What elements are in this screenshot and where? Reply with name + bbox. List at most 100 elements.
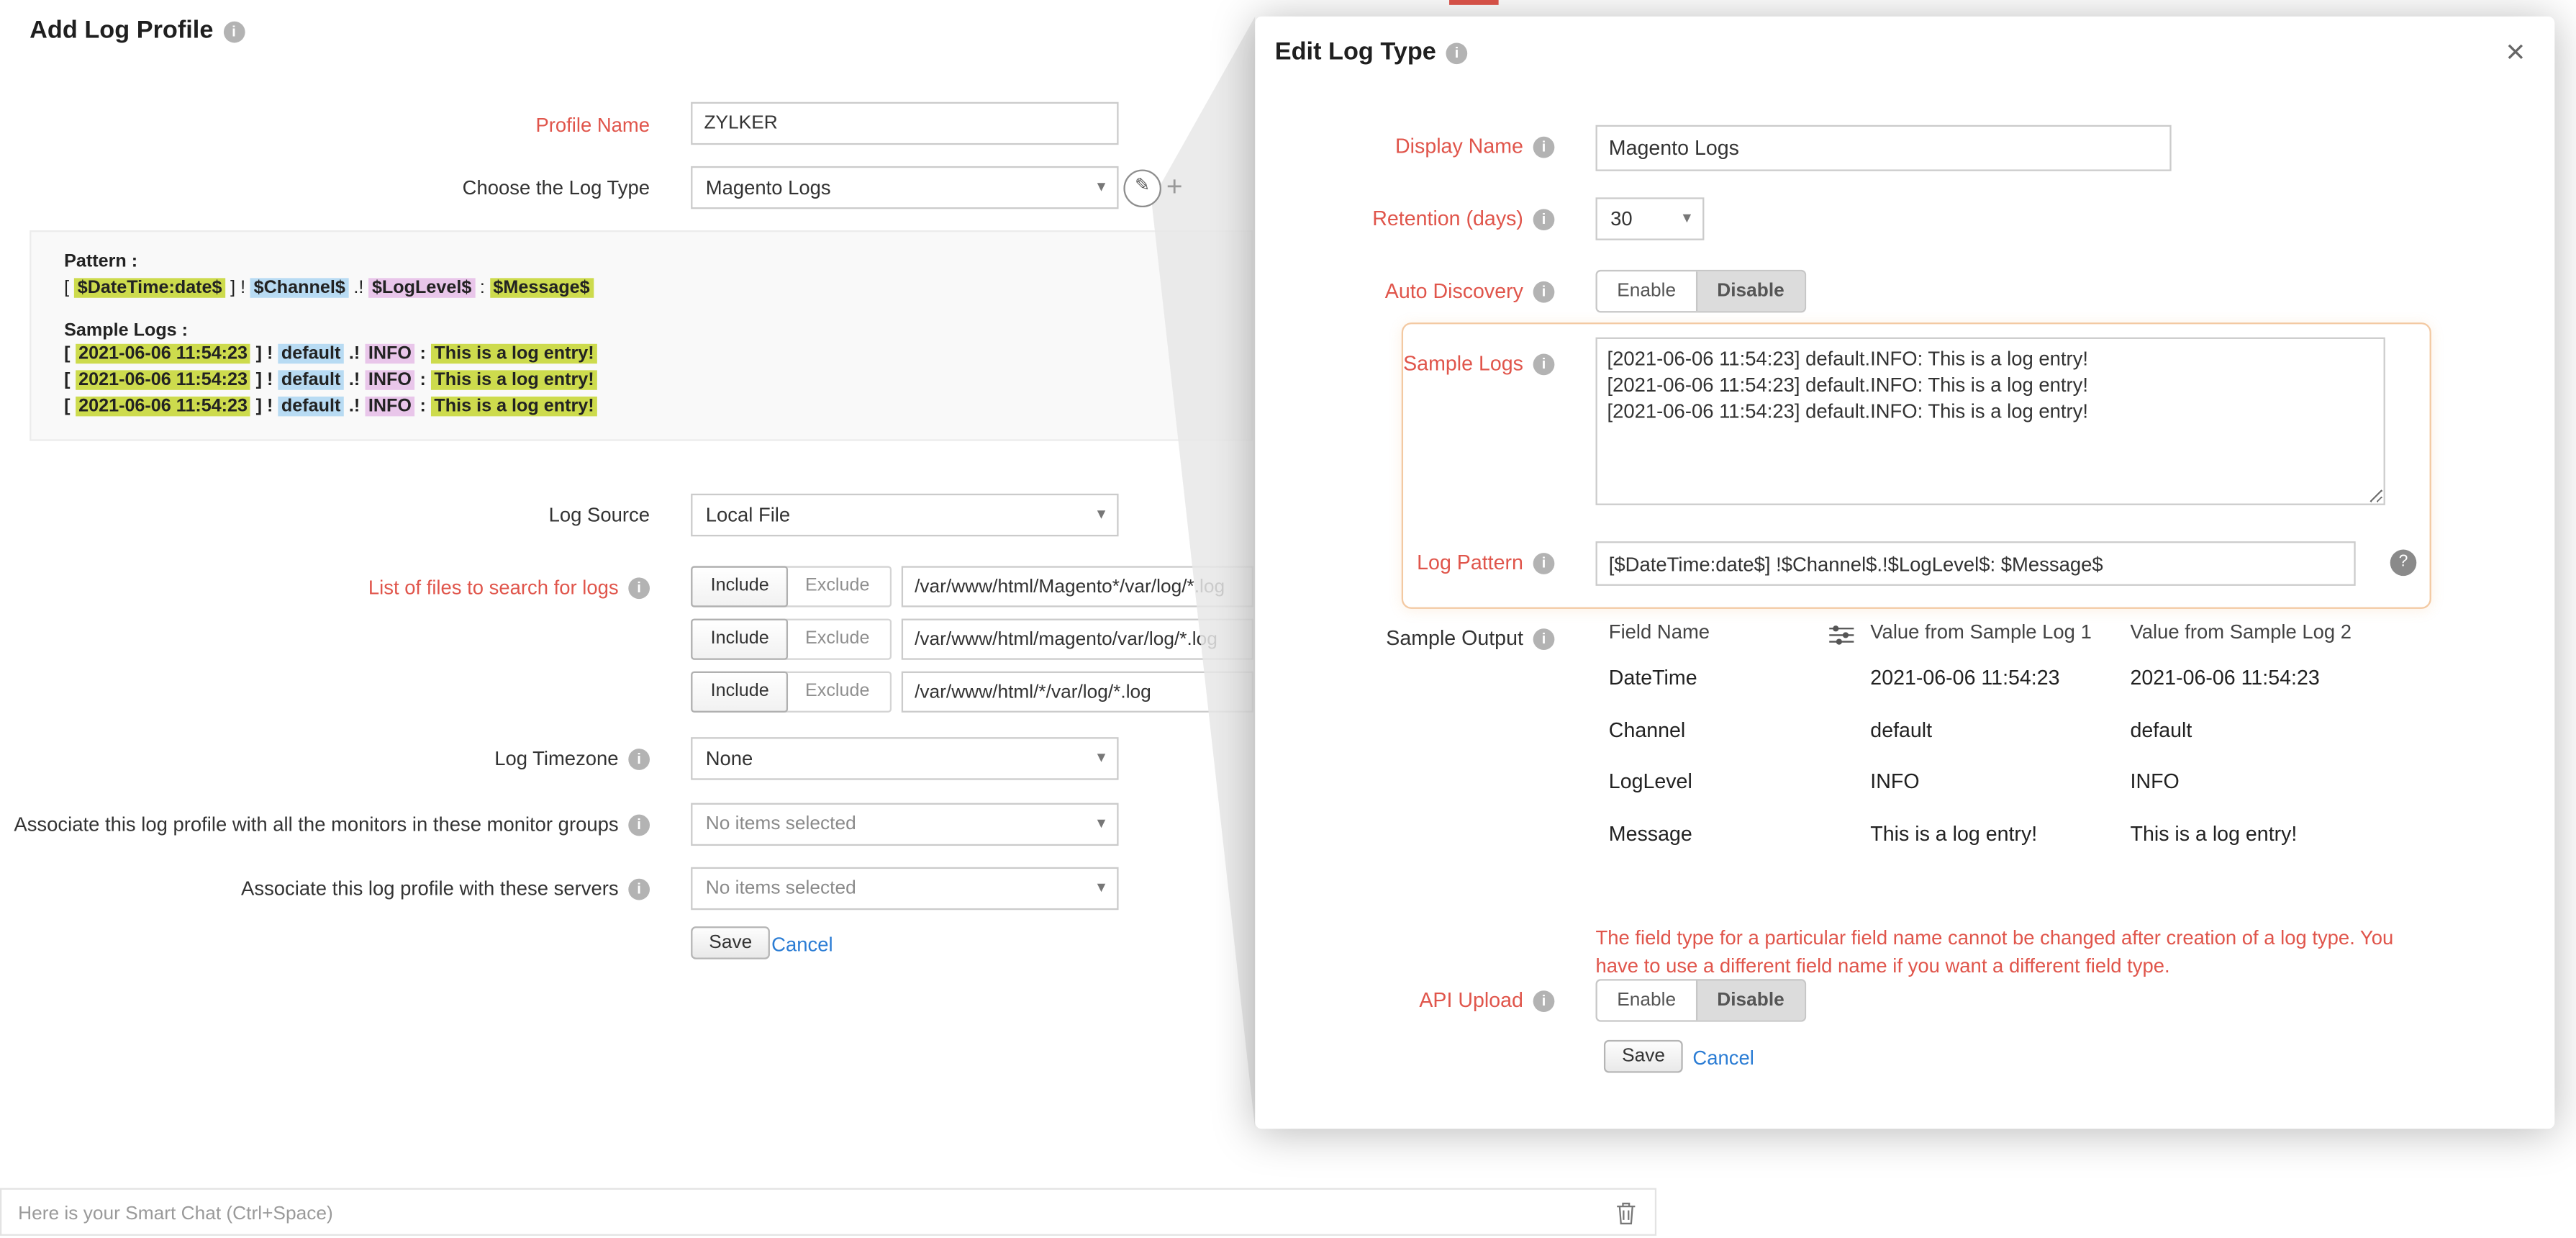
smart-chat-input[interactable] [15,1193,1568,1234]
files-label-text: List of files to search for logs [368,576,619,599]
disable-button[interactable]: Disable [1696,981,1805,1021]
servers-select[interactable]: No items selected ▾ [691,867,1118,910]
page-title: Add Log Profilei [30,17,245,45]
chevron-down-icon: ▾ [1097,179,1106,196]
log-pattern-label: Log Pattern i [1417,541,1554,584]
info-icon[interactable]: i [1533,553,1555,574]
log-type-value: Magento Logs [706,176,831,199]
table-cell: This is a log entry! [1870,818,2037,851]
cancel-link[interactable]: Cancel [771,926,833,962]
monitor-groups-select[interactable]: No items selected ▾ [691,803,1118,846]
retention-select[interactable]: 30 ▾ [1596,197,1705,240]
table-cell: DateTime [1609,661,1697,695]
chevron-down-icon: ▾ [1097,815,1106,833]
file-filter-toggle: Include Exclude [691,672,892,713]
table-cell: Message [1609,818,1692,851]
chevron-down-icon: ▾ [1097,749,1106,767]
edit-log-type-icon[interactable]: ✎ [1123,169,1161,207]
retention-value: 30 [1610,207,1633,230]
chevron-down-icon: ▾ [1683,209,1692,227]
retention-label: Retention (days) i [1372,197,1554,240]
log-type-label: Choose the Log Type [463,166,650,209]
info-icon[interactable]: i [628,879,650,900]
add-log-type-icon[interactable]: + [1166,169,1183,204]
table-cell: This is a log entry! [2130,818,2297,851]
table-cell: default [1870,714,1932,747]
log-pattern-label-text: Log Pattern [1417,551,1523,574]
sample-logs-label: Sample Logsi [1403,343,1554,385]
include-button[interactable]: Include [691,672,789,713]
timezone-label: Log Timezone i [494,737,650,780]
profile-name-input[interactable] [691,102,1118,145]
log-source-value: Local File [706,504,790,527]
display-name-input[interactable] [1596,125,2172,171]
exclude-button[interactable]: Exclude [787,620,888,659]
display-name-label-text: Display Name [1395,135,1523,158]
table-header-sample2: Value from Sample Log 2 [2130,620,2351,643]
servers-label-text: Associate this log profile with these se… [241,877,619,900]
log-source-label: Log Source [549,494,650,536]
table-cell: 2021-06-06 11:54:23 [1870,661,2059,695]
table-cell: INFO [2130,765,2179,798]
monitor-groups-label-text: Associate this log profile with all the … [14,813,618,836]
sample-log-line: [ 2021-06-06 11:54:23 ] ! default .! INF… [64,369,1219,393]
monitor-groups-label: Associate this log profile with all the … [14,803,650,846]
file-filter-toggle: Include Exclude [691,619,892,660]
sample-logs-title: Sample Logs : [64,321,1219,340]
table-cell: 2021-06-06 11:54:23 [2130,661,2319,695]
timezone-label-text: Log Timezone [494,747,618,770]
exclude-button[interactable]: Exclude [787,673,888,711]
clear-chat-icon[interactable] [1615,1201,1637,1234]
modal-title-text: Edit Log Type [1275,38,1436,66]
info-icon[interactable]: i [1446,42,1468,64]
sample-logs-textarea[interactable]: [2021-06-06 11:54:23] default.INFO: This… [1596,338,2385,505]
table-cell: LogLevel [1609,765,1692,798]
info-icon[interactable]: i [628,749,650,770]
auto-discovery-toggle: Enable Disable [1596,270,1806,312]
info-icon[interactable]: i [223,22,245,43]
api-upload-label-text: API Upload [1419,989,1523,1012]
disable-button[interactable]: Disable [1696,271,1805,311]
table-cell: default [2130,714,2192,747]
display-name-label: Display Name i [1395,125,1554,168]
save-button[interactable]: Save [691,926,770,959]
auto-discovery-label-text: Auto Discovery [1385,280,1523,303]
close-icon[interactable]: × [2505,36,2525,69]
modal-save-button[interactable]: Save [1604,1040,1683,1073]
help-icon[interactable]: ? [2390,550,2417,577]
servers-label: Associate this log profile with these se… [241,867,650,910]
file-path-input[interactable] [902,672,1253,713]
chevron-down-icon: ▾ [1097,879,1106,897]
log-pattern-input[interactable] [1596,541,2356,586]
page: Add Log Profilei Profile Name Choose the… [0,0,2576,1237]
info-icon[interactable]: i [1533,628,1555,650]
modal-cancel-link[interactable]: Cancel [1692,1040,1754,1076]
info-icon[interactable]: i [1533,209,1555,230]
file-filter-toggle: Include Exclude [691,566,892,607]
monitor-groups-value: No items selected [706,815,856,834]
field-filter-icon[interactable] [1829,623,1854,653]
sample-output-label-text: Sample Output [1386,627,1523,650]
timezone-value: None [706,747,753,770]
sample-log-line: [ 2021-06-06 11:54:23 ] ! default .! INF… [64,395,1219,420]
include-button[interactable]: Include [691,619,789,660]
smart-chat-bar [0,1188,1656,1236]
log-source-select[interactable]: Local File ▾ [691,494,1118,536]
timezone-select[interactable]: None ▾ [691,737,1118,780]
exclude-button[interactable]: Exclude [787,568,888,606]
enable-button[interactable]: Enable [1597,271,1696,311]
info-icon[interactable]: i [1533,137,1555,158]
retention-label-text: Retention (days) [1372,207,1523,230]
info-icon[interactable]: i [1533,281,1555,303]
info-icon[interactable]: i [1533,990,1555,1012]
pattern-title: Pattern : [64,252,1219,271]
enable-button[interactable]: Enable [1597,981,1696,1021]
info-icon[interactable]: i [1533,354,1555,376]
include-button[interactable]: Include [691,566,789,607]
info-icon[interactable]: i [628,815,650,836]
info-icon[interactable]: i [628,577,650,599]
table-header-field-name: Field Name [1609,620,1710,643]
table-cell: Channel [1609,714,1685,747]
log-type-select[interactable]: Magento Logs ▾ [691,166,1118,209]
auto-discovery-label: Auto Discovery i [1385,270,1555,312]
